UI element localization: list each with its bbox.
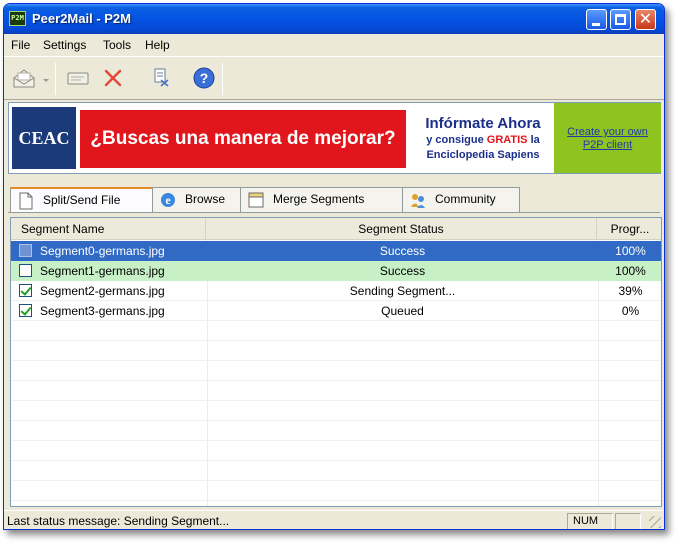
row-checkbox[interactable] (19, 284, 32, 297)
close-button[interactable]: ✕ (635, 9, 656, 30)
svg-text:e: e (165, 193, 171, 207)
ad-banner[interactable]: CEAC ¿Buscas una manera de mejorar? Infó… (8, 102, 661, 174)
segment-name: Segment1-germans.jpg (40, 264, 165, 278)
row-checkbox[interactable] (19, 244, 32, 257)
row-divider (11, 360, 661, 361)
mail-open-icon[interactable] (11, 67, 39, 89)
card-icon[interactable] (64, 67, 92, 89)
community-icon (411, 194, 425, 208)
file-icon (19, 192, 33, 210)
row-divider (11, 340, 661, 341)
segment-progress: 100% (615, 244, 646, 258)
dropdown-arrow-icon[interactable] (42, 67, 50, 89)
column-segment-name[interactable]: Segment Name (11, 218, 206, 240)
segment-name: Segment2-germans.jpg (40, 284, 165, 298)
segment-progress: 0% (621, 304, 640, 318)
segment-status: Sending Segment... (349, 284, 456, 298)
num-lock-indicator: NUM (567, 513, 613, 529)
menu-help[interactable]: Help (145, 38, 170, 52)
tab-split-send-file[interactable]: Split/Send File (10, 187, 153, 213)
toolbar-separator (222, 63, 223, 95)
tab-divider (8, 212, 660, 213)
close-icon: ✕ (638, 11, 653, 28)
toolbar-separator (55, 63, 56, 95)
table-row[interactable]: Segment3-germans.jpg Queued 0% (11, 301, 661, 321)
menu-tools[interactable]: Tools (103, 38, 131, 52)
minimize-icon (592, 23, 600, 26)
ie-globe-icon: e (161, 193, 175, 207)
resize-grip[interactable] (649, 516, 661, 528)
split-file-icon[interactable] (149, 67, 173, 89)
table-row[interactable]: Segment2-germans.jpg Sending Segment... … (11, 281, 661, 301)
minimize-button[interactable] (586, 9, 607, 30)
row-divider (11, 440, 661, 441)
table-row[interactable]: Segment1-germans.jpg Success 100% (11, 261, 661, 281)
row-divider (11, 500, 661, 501)
ad-headline: ¿Buscas una manera de mejorar? (80, 110, 406, 168)
ad-right-line1: y consigue GRATIS la (426, 134, 540, 146)
create-p2p-client-link[interactable]: Create your own P2P client (554, 103, 661, 173)
title-bar[interactable]: P2M Peer2Mail - P2M ✕ (4, 4, 664, 34)
row-divider (11, 480, 661, 481)
menu-settings[interactable]: Settings (43, 38, 86, 52)
segment-status: Queued (381, 304, 424, 318)
segment-name: Segment3-germans.jpg (40, 304, 165, 318)
svg-text:?: ? (200, 70, 209, 86)
help-icon[interactable]: ? (191, 67, 217, 89)
segment-progress: 39% (618, 284, 643, 298)
menu-file[interactable]: File (11, 38, 30, 52)
maximize-icon (615, 14, 626, 25)
tab-browse[interactable]: e Browse (152, 187, 241, 212)
ad-info: Infórmate Ahora y consigue GRATIS la Enc… (413, 115, 553, 163)
list-header: Segment Name Segment Status Progr... (11, 218, 661, 240)
segment-status: Success (379, 244, 426, 258)
tab-strip: Split/Send File e Browse Merge Segments (8, 187, 660, 213)
row-checkbox[interactable] (19, 304, 32, 317)
app-window: P2M Peer2Mail - P2M ✕ File Settings Tool… (3, 3, 665, 530)
merge-icon (248, 192, 264, 208)
column-progress[interactable]: Progr... (597, 218, 661, 240)
ad-right-title: Infórmate Ahora (425, 115, 541, 132)
row-checkbox[interactable] (19, 264, 32, 277)
status-panel (615, 513, 641, 529)
segment-progress: 100% (615, 264, 646, 278)
row-divider (11, 400, 661, 401)
segment-list[interactable]: Segment Name Segment Status Progr... Seg… (10, 217, 662, 507)
column-segment-status[interactable]: Segment Status (206, 218, 597, 240)
ad-right-line2: Enciclopedia Sapiens (426, 149, 540, 161)
row-divider (11, 420, 661, 421)
tab-merge-segments[interactable]: Merge Segments (240, 187, 403, 212)
row-divider (11, 460, 661, 461)
table-row[interactable]: Segment0-germans.jpg Success 100% (11, 241, 661, 261)
maximize-button[interactable] (610, 9, 631, 30)
ceac-logo: CEAC (12, 107, 76, 169)
menu-bar: File Settings Tools Help (4, 34, 664, 56)
app-icon: P2M (9, 11, 26, 26)
row-divider (11, 380, 661, 381)
window-title: Peer2Mail - P2M (32, 11, 131, 26)
tab-community[interactable]: Community (402, 187, 520, 212)
status-message: Last status message: Sending Segment... (7, 514, 230, 528)
delete-x-icon[interactable] (101, 67, 125, 89)
toolbar: ? (4, 56, 664, 100)
status-bar: Last status message: Sending Segment... … (4, 510, 664, 529)
segment-status: Success (379, 264, 426, 278)
segment-name: Segment0-germans.jpg (40, 244, 165, 258)
